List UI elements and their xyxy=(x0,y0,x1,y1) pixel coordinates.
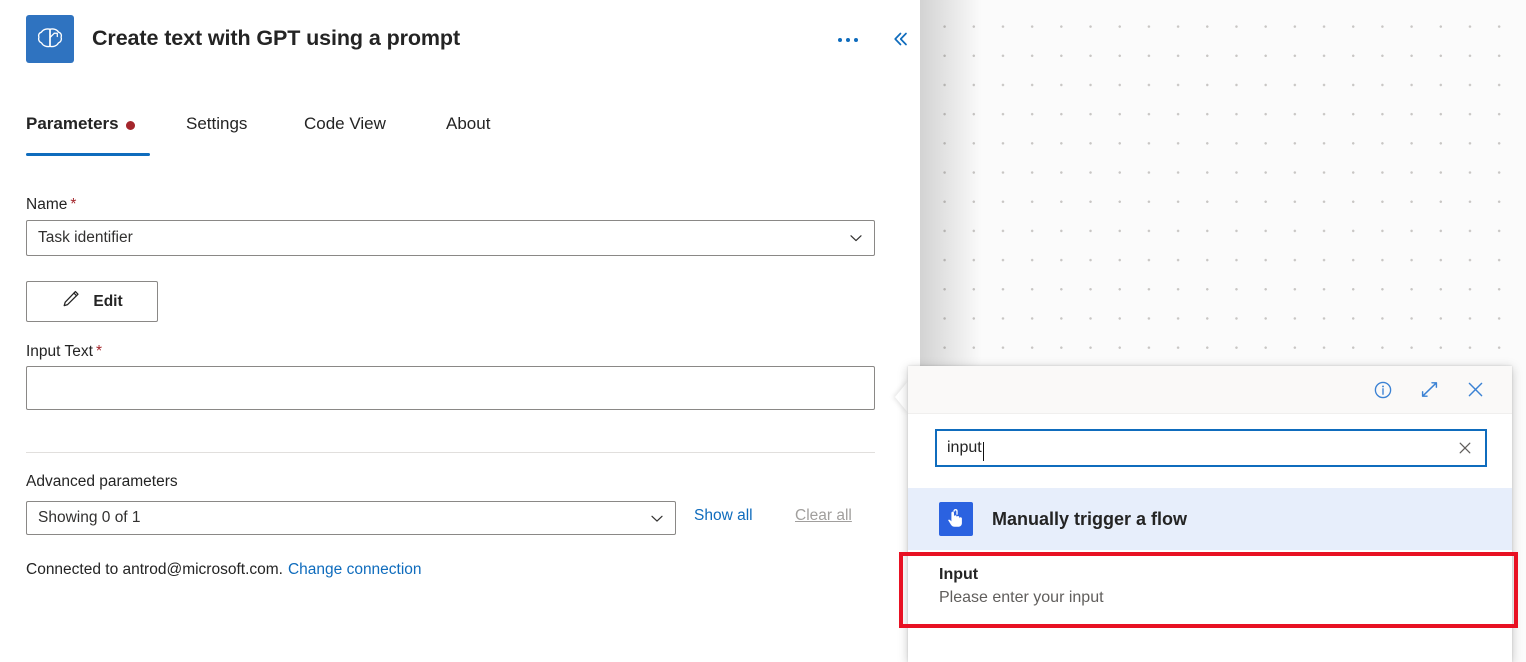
connection-text: Connected to antrod@microsoft.com. xyxy=(26,561,283,578)
result-item-title: Input xyxy=(939,566,979,583)
name-dropdown-value: Task identifier xyxy=(38,229,133,246)
tab-settings[interactable]: Settings xyxy=(186,114,247,156)
pencil-icon xyxy=(61,289,81,314)
result-item-input[interactable]: Input Please enter your input xyxy=(912,554,1508,624)
flyout-callout-pointer xyxy=(895,380,909,414)
action-details-panel: Create text with GPT using a prompt Para… xyxy=(0,0,920,662)
chevron-down-icon xyxy=(649,510,665,526)
name-dropdown[interactable]: Task identifier xyxy=(26,220,875,256)
connection-status: Connected to antrod@microsoft.com. Change… xyxy=(26,561,422,579)
collapse-panel-button[interactable] xyxy=(884,23,916,55)
advanced-parameters-label: Advanced parameters xyxy=(26,473,178,490)
tab-active-underline xyxy=(26,153,150,156)
tab-settings-label: Settings xyxy=(186,114,248,133)
result-item-subtitle: Please enter your input xyxy=(939,589,1104,606)
section-divider xyxy=(26,452,875,453)
clear-all-link[interactable]: Clear all xyxy=(795,507,852,525)
search-clear-button[interactable] xyxy=(1453,436,1477,460)
tap-hand-icon xyxy=(939,502,973,536)
input-text-label-text: Input Text xyxy=(26,343,93,360)
info-button[interactable] xyxy=(1368,375,1398,405)
expand-diagonal-icon xyxy=(1421,382,1437,397)
tab-code-view[interactable]: Code View xyxy=(304,114,386,156)
page-title: Create text with GPT using a prompt xyxy=(92,26,461,50)
input-text-field-label: Input Text * xyxy=(26,343,102,361)
expand-button[interactable] xyxy=(1414,375,1444,405)
double-chevron-left-icon xyxy=(894,32,907,46)
brain-icon xyxy=(26,15,74,63)
tab-parameters-label: Parameters xyxy=(26,114,119,133)
input-text-required-asterisk: * xyxy=(95,343,102,360)
search-input[interactable]: input xyxy=(935,429,1487,467)
result-group-label: Manually trigger a flow xyxy=(992,508,1188,529)
close-x-icon xyxy=(1468,382,1482,397)
info-circle-icon xyxy=(1374,381,1392,398)
app-root: Create text with GPT using a prompt Para… xyxy=(0,0,1526,662)
close-flyout-button[interactable] xyxy=(1460,375,1490,405)
tab-parameters-badge xyxy=(125,121,135,130)
name-required-asterisk: * xyxy=(70,196,77,213)
input-text-field[interactable] xyxy=(26,366,875,410)
edit-button-label: Edit xyxy=(93,292,123,310)
tab-about-label: About xyxy=(446,114,491,133)
chevron-down-icon xyxy=(848,230,864,246)
name-label-text: Name xyxy=(26,196,68,213)
tab-bar: Parameters Settings Code View About xyxy=(0,114,920,156)
tab-parameters[interactable]: Parameters xyxy=(26,114,150,156)
dynamic-content-flyout: input Manually trigger a flow Input Plea… xyxy=(908,366,1512,662)
show-all-link[interactable]: Show all xyxy=(694,507,753,525)
result-group-manually-trigger-a-flow[interactable]: Manually trigger a flow xyxy=(908,488,1512,550)
flyout-toolbar xyxy=(908,366,1512,414)
change-connection-link[interactable]: Change connection xyxy=(288,561,422,578)
more-options-button[interactable] xyxy=(832,24,864,56)
search-input-value: input xyxy=(947,439,982,456)
text-caret xyxy=(982,441,985,461)
tab-code-view-label: Code View xyxy=(304,114,386,133)
ellipsis-icon xyxy=(838,38,858,42)
tab-about[interactable]: About xyxy=(446,114,490,156)
name-field-label: Name * xyxy=(26,196,76,214)
advanced-parameters-dropdown[interactable]: Showing 0 of 1 xyxy=(26,501,676,535)
clear-x-icon xyxy=(1459,442,1471,454)
card-header: Create text with GPT using a prompt xyxy=(0,0,920,78)
edit-button[interactable]: Edit xyxy=(26,281,158,322)
advanced-parameters-value: Showing 0 of 1 xyxy=(38,509,141,526)
